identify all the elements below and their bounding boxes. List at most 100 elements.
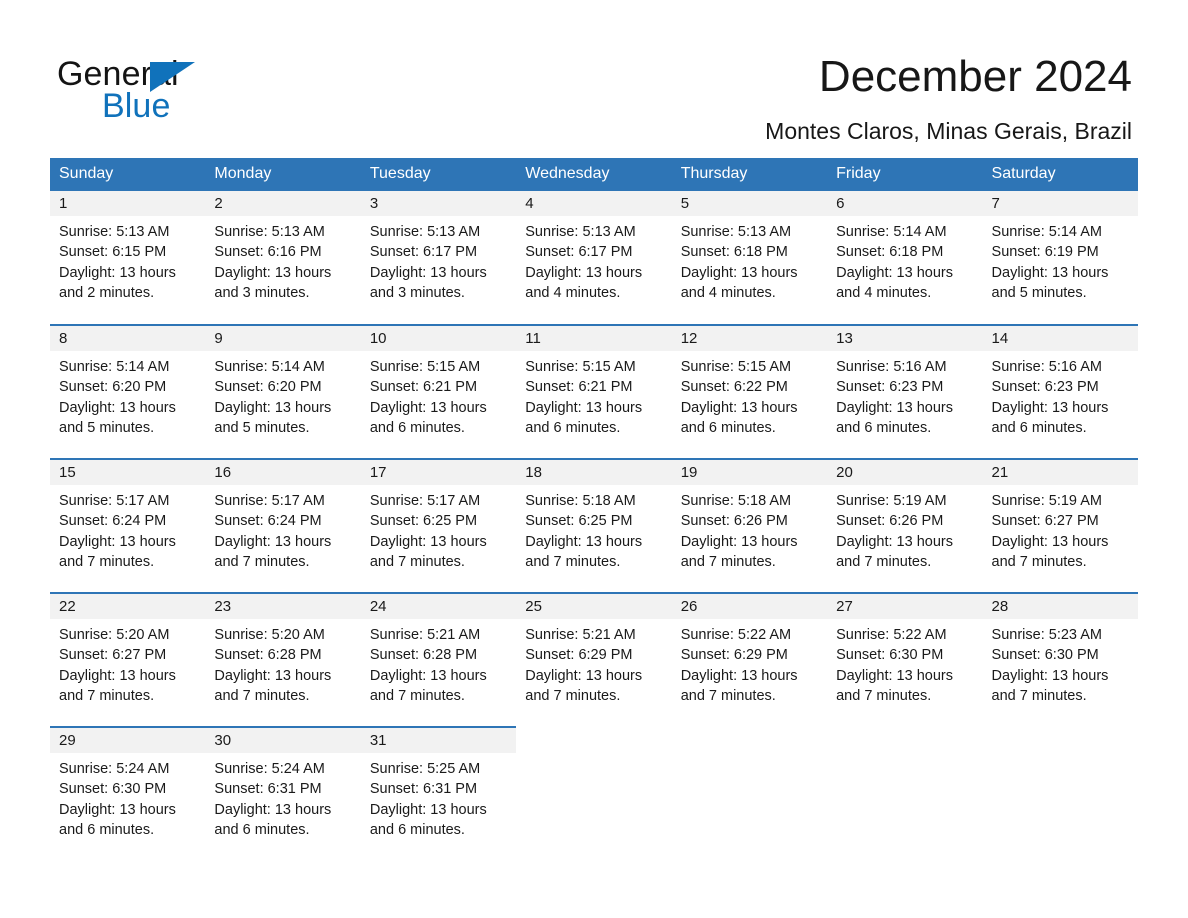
daylight-text: Daylight: 13 hours and 6 minutes. — [991, 399, 1109, 436]
calendar-day-cell[interactable]: 23 Sunrise: 5:20 AM Sunset: 6:28 PM Dayligh… — [205, 592, 361, 727]
day-cell-inner: 12 Sunrise: 5:15 AM Sunset: 6:22 PM Dayligh… — [671, 326, 828, 458]
day-cell-inner: 29 Sunrise: 5:24 AM Sunset: 6:30 PM Dayligh… — [50, 728, 206, 861]
calendar-day-cell[interactable]: 27 Sunrise: 5:22 AM Sunset: 6:30 PM Dayligh… — [827, 592, 983, 727]
sunset-text: Sunset: 6:28 PM — [369, 647, 478, 664]
daylight-text: Daylight: 13 hours and 7 minutes. — [59, 533, 176, 570]
day-cell-inner: 6 Sunrise: 5:14 AM Sunset: 6:18 PM Daylight… — [827, 191, 983, 324]
calendar-empty-cell — [516, 727, 672, 861]
day-details: Sunrise: 5:24 AM Sunset: 6:31 PM Daylight:… — [205, 753, 360, 840]
calendar-day-cell[interactable]: 12 Sunrise: 5:15 AM Sunset: 6:22 PM Dayligh… — [671, 324, 828, 459]
calendar-day-cell[interactable]: 19 Sunrise: 5:18 AM Sunset: 6:26 PM Dayligh… — [671, 458, 828, 593]
calendar-day-cell[interactable]: 8 Sunrise: 5:14 AM Sunset: 6:20 PM Daylight… — [50, 324, 206, 459]
sunset-text: Sunset: 6:15 PM — [59, 244, 167, 261]
day-cell-inner: 8 Sunrise: 5:14 AM Sunset: 6:20 PM Daylight… — [50, 326, 206, 458]
day-number: 4 — [516, 191, 672, 216]
day-details: Sunrise: 5:25 AM Sunset: 6:31 PM Daylight:… — [361, 753, 516, 840]
sunrise-text: Sunrise: 5:24 AM — [214, 761, 325, 777]
sunrise-text: Sunrise: 5:14 AM — [59, 359, 170, 375]
daylight-text: Daylight: 13 hours and 5 minutes. — [991, 264, 1109, 301]
calendar-page: General Blue December 2024 Montes Claros… — [0, 0, 1188, 918]
calendar-day-cell[interactable]: 10 Sunrise: 5:15 AM Sunset: 6:21 PM Dayligh… — [360, 324, 517, 459]
day-details: Sunrise: 5:17 AM Sunset: 6:24 PM Daylight:… — [50, 485, 205, 572]
sunset-text: Sunset: 6:20 PM — [214, 379, 322, 396]
weekday-header-saturday: Saturday — [982, 158, 1138, 191]
sunset-text: Sunset: 6:21 PM — [369, 379, 478, 396]
daylight-text: Daylight: 13 hours and 7 minutes. — [680, 533, 798, 570]
sunset-text: Sunset: 6:24 PM — [214, 513, 322, 530]
day-details: Sunrise: 5:20 AM Sunset: 6:27 PM Daylight:… — [50, 619, 205, 706]
day-details: Sunrise: 5:22 AM Sunset: 6:30 PM Daylight:… — [827, 619, 982, 706]
daylight-text: Daylight: 13 hours and 5 minutes. — [214, 399, 332, 436]
calendar-day-cell[interactable]: 1 Sunrise: 5:13 AM Sunset: 6:15 PM Daylight… — [50, 191, 206, 325]
weekday-header-sunday: Sunday — [50, 158, 206, 191]
daylight-text: Daylight: 13 hours and 7 minutes. — [836, 667, 953, 704]
calendar-day-cell[interactable]: 20 Sunrise: 5:19 AM Sunset: 6:26 PM Dayligh… — [827, 458, 983, 593]
calendar-day-cell[interactable]: 5 Sunrise: 5:13 AM Sunset: 6:18 PM Daylight… — [671, 191, 828, 325]
calendar-day-cell[interactable]: 18 Sunrise: 5:18 AM Sunset: 6:25 PM Dayligh… — [516, 458, 672, 593]
day-number: 11 — [516, 326, 672, 351]
calendar-day-cell[interactable]: 25 Sunrise: 5:21 AM Sunset: 6:29 PM Dayligh… — [516, 592, 672, 727]
sunrise-sunset-calendar-table: Sunday Monday Tuesday Wednesday Thursday… — [50, 158, 1138, 861]
day-number: 21 — [982, 460, 1138, 485]
day-cell-inner: 24 Sunrise: 5:21 AM Sunset: 6:28 PM Dayligh… — [360, 594, 517, 726]
daylight-text: Daylight: 13 hours and 3 minutes. — [369, 264, 487, 301]
calendar-day-cell[interactable]: 13 Sunrise: 5:16 AM Sunset: 6:23 PM Dayligh… — [827, 324, 983, 459]
calendar-day-cell[interactable]: 24 Sunrise: 5:21 AM Sunset: 6:28 PM Dayligh… — [360, 592, 517, 727]
day-details: Sunrise: 5:21 AM Sunset: 6:29 PM Daylight:… — [516, 619, 671, 706]
day-number: 20 — [827, 460, 983, 485]
calendar-day-cell[interactable]: 7 Sunrise: 5:14 AM Sunset: 6:19 PM Daylight… — [982, 191, 1138, 325]
calendar-day-cell[interactable]: 17 Sunrise: 5:17 AM Sunset: 6:25 PM Dayligh… — [360, 458, 517, 593]
day-cell-inner: 22 Sunrise: 5:20 AM Sunset: 6:27 PM Dayligh… — [50, 594, 206, 726]
day-cell-inner: 17 Sunrise: 5:17 AM Sunset: 6:25 PM Dayligh… — [360, 460, 517, 592]
sunset-text: Sunset: 6:18 PM — [680, 244, 788, 261]
calendar-day-cell[interactable]: 30 Sunrise: 5:24 AM Sunset: 6:31 PM Dayligh… — [205, 726, 361, 861]
day-details: Sunrise: 5:14 AM Sunset: 6:19 PM Daylight:… — [983, 216, 1138, 303]
sunrise-text: Sunrise: 5:15 AM — [680, 359, 792, 375]
daylight-text: Daylight: 13 hours and 6 minutes. — [214, 801, 332, 838]
day-number: 25 — [516, 594, 672, 619]
sunrise-text: Sunrise: 5:13 AM — [214, 224, 325, 240]
day-cell-inner: 5 Sunrise: 5:13 AM Sunset: 6:18 PM Daylight… — [671, 191, 828, 324]
sunset-text: Sunset: 6:25 PM — [525, 513, 633, 530]
calendar-day-cell[interactable]: 6 Sunrise: 5:14 AM Sunset: 6:18 PM Daylight… — [827, 191, 983, 325]
sunset-text: Sunset: 6:27 PM — [59, 647, 167, 664]
day-cell-inner: 2 Sunrise: 5:13 AM Sunset: 6:16 PM Daylight… — [205, 191, 361, 324]
sunrise-text: Sunrise: 5:16 AM — [991, 359, 1102, 375]
calendar-day-cell[interactable]: 9 Sunrise: 5:14 AM Sunset: 6:20 PM Daylight… — [205, 324, 361, 459]
sunrise-text: Sunrise: 5:17 AM — [369, 493, 481, 509]
daylight-text: Daylight: 13 hours and 7 minutes. — [836, 533, 953, 570]
calendar-day-cell[interactable]: 26 Sunrise: 5:22 AM Sunset: 6:29 PM Dayligh… — [671, 592, 828, 727]
sunset-text: Sunset: 6:29 PM — [680, 647, 788, 664]
generalblue-logo[interactable]: General Blue — [57, 54, 317, 140]
daylight-text: Daylight: 13 hours and 6 minutes. — [680, 399, 798, 436]
sunset-text: Sunset: 6:26 PM — [836, 513, 944, 530]
calendar-day-cell[interactable]: 29 Sunrise: 5:24 AM Sunset: 6:30 PM Dayligh… — [50, 726, 206, 861]
day-number: 7 — [982, 191, 1138, 216]
calendar-day-cell[interactable]: 4 Sunrise: 5:13 AM Sunset: 6:17 PM Daylight… — [516, 191, 672, 325]
calendar-day-cell[interactable]: 11 Sunrise: 5:15 AM Sunset: 6:21 PM Dayligh… — [516, 324, 672, 459]
sunrise-text: Sunrise: 5:20 AM — [214, 627, 325, 643]
calendar-day-cell[interactable]: 22 Sunrise: 5:20 AM Sunset: 6:27 PM Dayligh… — [50, 592, 206, 727]
day-details: Sunrise: 5:18 AM Sunset: 6:26 PM Daylight:… — [672, 485, 827, 572]
calendar-day-cell[interactable]: 3 Sunrise: 5:13 AM Sunset: 6:17 PM Daylight… — [360, 191, 517, 325]
calendar-day-cell[interactable]: 14 Sunrise: 5:16 AM Sunset: 6:23 PM Dayligh… — [982, 324, 1138, 459]
daylight-text: Daylight: 13 hours and 7 minutes. — [369, 533, 487, 570]
day-cell-inner: 18 Sunrise: 5:18 AM Sunset: 6:25 PM Dayligh… — [516, 460, 672, 592]
calendar-day-cell[interactable]: 16 Sunrise: 5:17 AM Sunset: 6:24 PM Dayligh… — [205, 458, 361, 593]
sunrise-text: Sunrise: 5:13 AM — [369, 224, 481, 240]
calendar-day-cell[interactable]: 21 Sunrise: 5:19 AM Sunset: 6:27 PM Dayligh… — [982, 458, 1138, 593]
daylight-text: Daylight: 13 hours and 3 minutes. — [214, 264, 332, 301]
calendar-day-cell[interactable]: 28 Sunrise: 5:23 AM Sunset: 6:30 PM Dayligh… — [982, 592, 1138, 727]
daylight-text: Daylight: 13 hours and 7 minutes. — [59, 667, 176, 704]
calendar-day-cell[interactable]: 2 Sunrise: 5:13 AM Sunset: 6:16 PM Daylight… — [205, 191, 361, 325]
day-number: 23 — [205, 594, 361, 619]
sunset-text: Sunset: 6:23 PM — [991, 379, 1099, 396]
calendar-day-cell[interactable]: 31 Sunrise: 5:25 AM Sunset: 6:31 PM Dayligh… — [360, 726, 517, 861]
sunrise-text: Sunrise: 5:21 AM — [525, 627, 636, 643]
sunrise-text: Sunrise: 5:13 AM — [680, 224, 792, 240]
sunset-text: Sunset: 6:19 PM — [991, 244, 1099, 261]
calendar-day-cell[interactable]: 15 Sunrise: 5:17 AM Sunset: 6:24 PM Dayligh… — [50, 458, 206, 593]
day-cell-inner: 14 Sunrise: 5:16 AM Sunset: 6:23 PM Dayligh… — [982, 326, 1138, 458]
sunset-text: Sunset: 6:18 PM — [836, 244, 944, 261]
day-number: 30 — [205, 728, 361, 753]
